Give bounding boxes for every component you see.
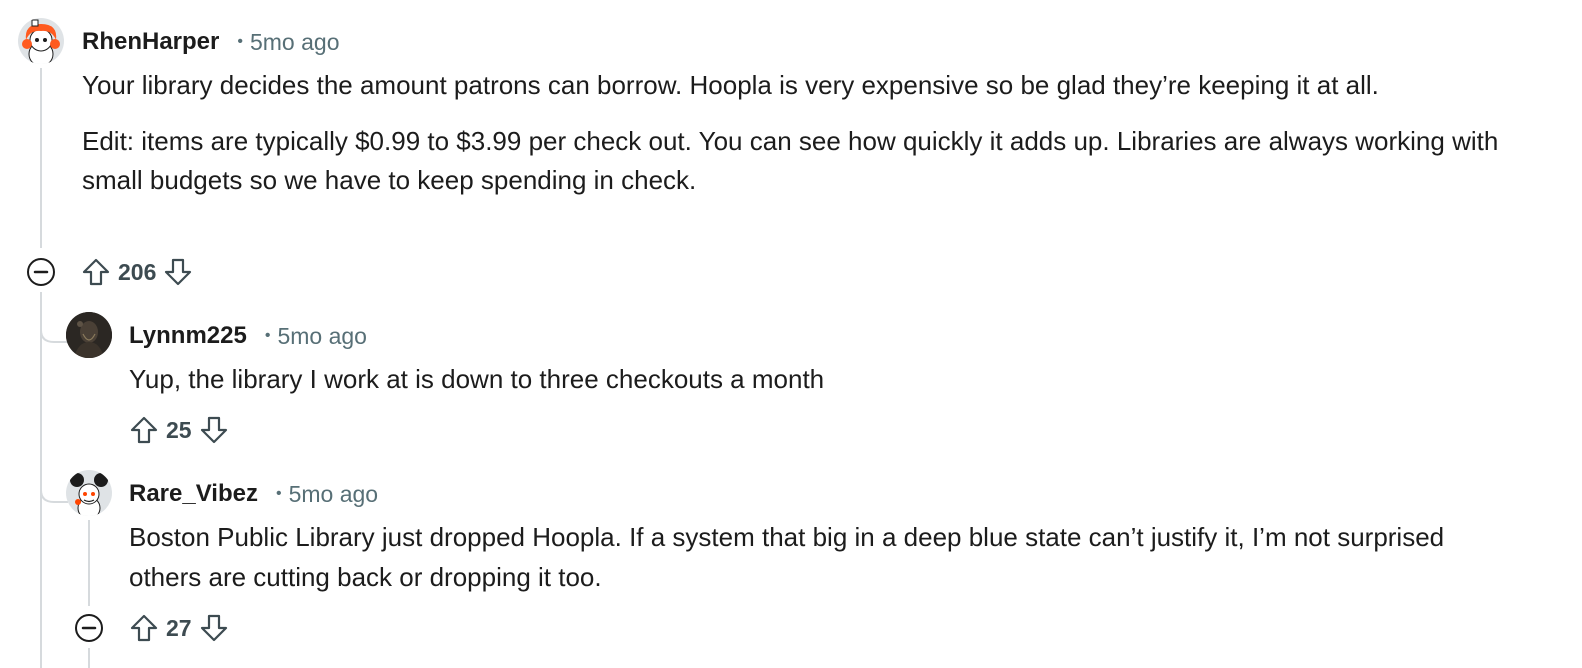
comment-body: Boston Public Library just dropped Hoopl… — [129, 518, 1509, 597]
comment-paragraph: Yup, the library I work at is down to th… — [129, 364, 825, 394]
comment-paragraph: Boston Public Library just dropped Hoopl… — [129, 522, 1445, 592]
minus-circle-icon — [27, 258, 55, 286]
timestamp[interactable]: 5mo ago — [277, 323, 367, 350]
comment-body: Your library decides the amount patrons … — [82, 66, 1502, 201]
minus-circle-icon — [75, 614, 103, 642]
downvote-arrow-icon — [165, 258, 192, 286]
upvote-arrow-icon — [82, 258, 110, 286]
upvote-button[interactable] — [80, 256, 112, 288]
vote-bar: 25 — [128, 412, 230, 448]
snoo-avatar-mouse-ears-icon — [70, 473, 108, 516]
thread-line-reply-lower[interactable] — [88, 648, 90, 668]
downvote-button[interactable] — [198, 612, 230, 644]
author-name[interactable]: Lynnm225 — [129, 322, 247, 350]
comment-meta: Lynnm225 • 5mo ago — [129, 320, 367, 352]
comment-paragraph: Edit: items are typically $0.99 to $3.99… — [82, 125, 1499, 196]
thread-line-reply[interactable] — [88, 520, 90, 606]
comment-meta: Rare_Vibez • 5mo ago — [129, 478, 378, 510]
comment-body: Yup, the library I work at is down to th… — [129, 360, 1529, 400]
meta-separator: • — [264, 327, 271, 344]
vote-score: 27 — [166, 614, 192, 641]
thread-line-main[interactable] — [40, 68, 42, 248]
snoo-avatar-orange-hair-icon — [22, 19, 60, 64]
photo-avatar-icon — [66, 312, 112, 358]
vote-bar: 206 — [80, 254, 194, 290]
collapse-thread-button[interactable] — [73, 612, 105, 644]
avatar[interactable] — [66, 470, 112, 516]
upvote-arrow-icon — [130, 614, 158, 642]
avatar[interactable] — [66, 312, 112, 358]
collapse-thread-button[interactable] — [25, 256, 57, 288]
vote-score: 25 — [166, 416, 192, 443]
meta-separator: • — [275, 485, 282, 502]
downvote-arrow-icon — [200, 416, 227, 444]
meta-separator: • — [237, 33, 243, 50]
author-name[interactable]: Rare_Vibez — [129, 480, 258, 508]
comment-paragraph: Your library decides the amount patrons … — [82, 70, 1379, 100]
comment-meta: RhenHarper • 5mo ago — [82, 26, 340, 58]
upvote-button[interactable] — [128, 414, 160, 446]
downvote-button[interactable] — [198, 414, 230, 446]
downvote-button[interactable] — [162, 256, 194, 288]
upvote-arrow-icon — [130, 416, 158, 444]
downvote-arrow-icon — [200, 614, 227, 642]
timestamp[interactable]: 5mo ago — [289, 481, 379, 508]
author-name[interactable]: RhenHarper — [82, 28, 219, 56]
timestamp[interactable]: 5mo ago — [250, 29, 340, 56]
vote-bar: 27 — [128, 610, 230, 646]
avatar[interactable] — [18, 18, 64, 64]
upvote-button[interactable] — [128, 612, 160, 644]
vote-score: 206 — [118, 258, 157, 285]
